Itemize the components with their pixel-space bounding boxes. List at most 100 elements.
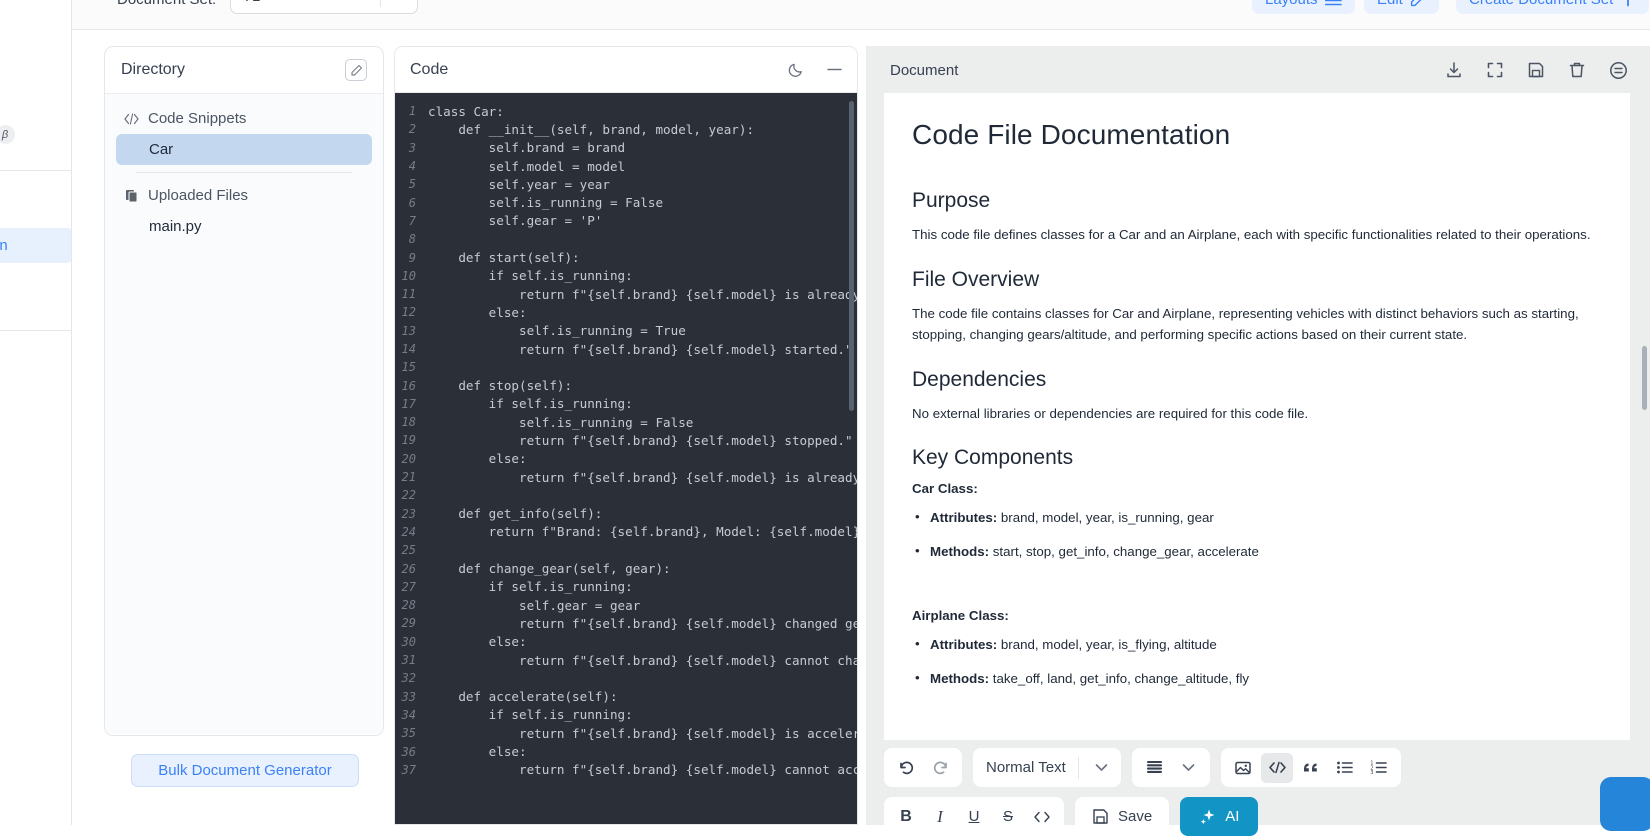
sparkle-icon xyxy=(1199,808,1217,826)
save-disk-icon xyxy=(1092,808,1109,825)
sidebar-item-documentation[interactable]: nentation xyxy=(0,228,72,263)
bold-button[interactable]: B xyxy=(890,802,922,832)
numbered-list-icon[interactable]: 1 2 3 xyxy=(1363,753,1395,783)
bullet-list-icon[interactable] xyxy=(1329,753,1361,783)
tree-file-mainpy[interactable]: main.py xyxy=(116,211,372,242)
code-line: 12 else: xyxy=(395,303,857,321)
chevron-down-icon[interactable] xyxy=(1085,753,1117,783)
code-editor[interactable]: 1class Car:2 def __init__(self, brand, m… xyxy=(395,93,857,824)
create-document-set-button[interactable]: Create Document Set xyxy=(1456,0,1649,14)
code-line: 7 self.gear = 'P' xyxy=(395,212,857,230)
save-button[interactable]: Save xyxy=(1075,797,1169,836)
redo-icon[interactable] xyxy=(924,753,956,783)
code-line: 3 self.brand = brand xyxy=(395,139,857,157)
download-icon[interactable] xyxy=(1445,61,1463,79)
code-line-number: 14 xyxy=(395,342,428,356)
code-line: 31 return f"{self.brand} {self.model} ca… xyxy=(395,651,857,669)
list-item: Methods: start, stop, get_info, change_g… xyxy=(912,544,1602,559)
code-line-number: 25 xyxy=(395,543,428,557)
bullet-label: Attributes: xyxy=(930,637,997,652)
image-icon[interactable] xyxy=(1227,753,1259,783)
moon-icon[interactable] xyxy=(788,61,805,78)
code-line-number: 17 xyxy=(395,397,428,411)
bullet-value: take_off, land, get_info, change_altitud… xyxy=(989,671,1249,686)
code-line-text: if self.is_running: xyxy=(428,268,633,283)
tree-group-uploaded-files[interactable]: Uploaded Files xyxy=(116,180,372,211)
layouts-button[interactable]: Layouts xyxy=(1252,0,1355,14)
code-line-number: 13 xyxy=(395,324,428,338)
tree-file-car[interactable]: Car xyxy=(116,134,372,165)
code-line: 36 else: xyxy=(395,742,857,760)
code-line-text: self.year = year xyxy=(428,177,610,192)
code-line: 23 def get_info(self): xyxy=(395,505,857,523)
code-line: 21 return f"{self.brand} {self.model} is… xyxy=(395,468,857,486)
beta-badge: β xyxy=(0,125,15,144)
code-line: 14 return f"{self.brand} {self.model} st… xyxy=(395,340,857,358)
code-line-text: self.is_running = False xyxy=(428,415,693,430)
underline-button[interactable]: U xyxy=(958,802,990,832)
code-line-number: 16 xyxy=(395,379,428,393)
sidebar-item-reports[interactable]: ts xyxy=(0,345,72,360)
fullscreen-icon[interactable] xyxy=(1486,61,1504,79)
chevron-down-icon[interactable] xyxy=(1172,753,1204,783)
code-line-text: else: xyxy=(428,744,527,759)
document-set-select[interactable]: Y1 × xyxy=(230,0,418,14)
document-content[interactable]: Code File Documentation Purpose This cod… xyxy=(884,93,1630,740)
chat-icon[interactable] xyxy=(1609,61,1628,80)
pencil-square-icon[interactable] xyxy=(345,59,367,81)
code-line-text: self.brand = brand xyxy=(428,140,625,155)
code-line-text: class Car: xyxy=(428,104,504,119)
code-line: 2 def __init__(self, brand, model, year)… xyxy=(395,120,857,138)
code-line: 29 return f"{self.brand} {self.model} ch… xyxy=(395,614,857,632)
clear-icon[interactable]: × xyxy=(350,0,380,5)
code-line: 17 if self.is_running: xyxy=(395,395,857,413)
code-line-number: 26 xyxy=(395,562,428,576)
code-line-text: def get_info(self): xyxy=(428,506,602,521)
code-block-icon[interactable] xyxy=(1261,753,1293,783)
code-line-text: return f"{self.brand} {self.model} start… xyxy=(428,342,853,357)
toolbar-row-1: Normal Text xyxy=(884,748,1630,787)
minimize-icon[interactable] xyxy=(827,62,842,77)
document-title: Document xyxy=(890,62,1422,79)
edit-button[interactable]: Edit xyxy=(1364,0,1439,14)
text-style-select[interactable]: Normal Text xyxy=(973,748,1121,787)
tree-group-code-snippets[interactable]: Code Snippets xyxy=(116,103,372,134)
code-line-text: else: xyxy=(428,634,527,649)
floating-action-button[interactable] xyxy=(1600,777,1650,831)
chevron-down-icon[interactable] xyxy=(381,0,417,1)
save-disk-icon[interactable] xyxy=(1527,61,1545,79)
code-panel: Code 1class Car:2 def __init__(self, bra… xyxy=(394,46,858,825)
code-line-text: return f"{self.brand} {self.model} is al… xyxy=(428,287,857,302)
code-line-number: 30 xyxy=(395,635,428,649)
code-line: 4 self.model = model xyxy=(395,157,857,175)
sidebar-item-documents[interactable]: ents xyxy=(0,22,72,39)
code-line-number: 27 xyxy=(395,580,428,594)
code-line-number: 35 xyxy=(395,726,428,740)
sidebar-divider xyxy=(0,170,72,171)
code-line-number: 21 xyxy=(395,470,428,484)
tree-divider xyxy=(136,172,352,173)
pencil-icon xyxy=(1410,0,1426,7)
code-line-number: 37 xyxy=(395,763,428,777)
sidebar-item-presentation[interactable]: tation xyxy=(0,283,72,300)
bulk-document-generator-button[interactable]: Bulk Document Generator xyxy=(131,754,359,787)
code-line: 8 xyxy=(395,230,857,248)
sidebar-item-settings[interactable]: s xyxy=(0,390,72,405)
bullet-label: Attributes: xyxy=(930,510,997,525)
code-line-text: return f"{self.brand} {self.model} is ac… xyxy=(428,726,857,741)
undo-icon[interactable] xyxy=(890,753,922,783)
code-line-number: 7 xyxy=(395,214,428,228)
trash-icon[interactable] xyxy=(1568,61,1586,79)
strikethrough-button[interactable]: S xyxy=(992,802,1024,832)
code-scrollbar[interactable] xyxy=(849,101,854,411)
code-line-number: 36 xyxy=(395,745,428,759)
blockquote-icon[interactable] xyxy=(1295,753,1327,783)
sidebar-item-snippets[interactable]: s xyxy=(0,184,72,199)
italic-button[interactable]: I xyxy=(924,802,956,832)
inline-code-icon[interactable] xyxy=(1026,802,1058,832)
align-justify-icon[interactable] xyxy=(1138,753,1170,783)
document-scrollbar[interactable] xyxy=(1642,346,1647,410)
code-line: 10 if self.is_running: xyxy=(395,267,857,285)
ai-button[interactable]: AI xyxy=(1180,797,1258,836)
sidebar-item-generator[interactable]: nerator β xyxy=(0,125,72,144)
